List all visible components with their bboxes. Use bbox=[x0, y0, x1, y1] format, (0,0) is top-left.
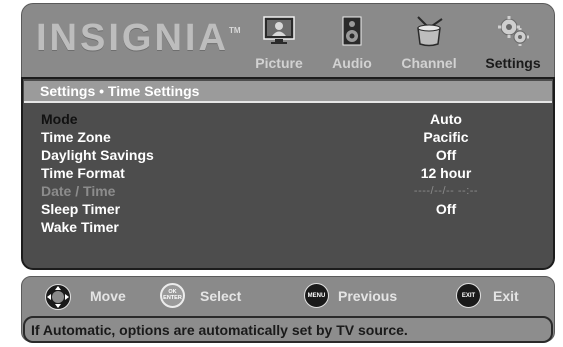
tab-settings[interactable]: Settings bbox=[477, 4, 549, 78]
menu-row-wake-timer[interactable]: Wake Timer bbox=[41, 219, 541, 237]
hint-label: Select bbox=[200, 288, 242, 304]
hint-label: Exit bbox=[493, 288, 519, 304]
menu-row-daylight-savings[interactable]: Daylight Savings Off bbox=[41, 147, 541, 165]
ok-enter-text: OK ENTER bbox=[163, 289, 182, 301]
button-hint-bar: Move OK ENTER Select MENU Previous EXIT … bbox=[21, 276, 555, 343]
hint-previous: MENU Previous bbox=[304, 283, 434, 309]
channel-icon bbox=[412, 14, 446, 53]
row-label: Wake Timer bbox=[41, 219, 119, 235]
help-text-box: If Automatic, options are automatically … bbox=[23, 316, 553, 343]
settings-panel: Settings • Time Settings Mode Auto Time … bbox=[21, 77, 555, 270]
ok-enter-button-icon: OK ENTER bbox=[160, 283, 185, 308]
menu-header: INSIGNIA TM Picture Audio Channel Settin… bbox=[21, 3, 555, 77]
hint-select: OK ENTER Select bbox=[160, 283, 280, 309]
row-value: 12 hour bbox=[420, 165, 472, 181]
row-value: ----/--/-- --:-- bbox=[413, 185, 479, 197]
menu-row-time-zone[interactable]: Time Zone Pacific bbox=[41, 129, 541, 147]
row-label: Sleep Timer bbox=[41, 201, 121, 217]
insignia-logo: INSIGNIA bbox=[36, 17, 229, 59]
dpad-icon bbox=[44, 283, 72, 316]
row-value: Auto bbox=[430, 111, 462, 127]
exit-button-text: EXIT bbox=[461, 292, 476, 299]
row-label: Mode bbox=[41, 111, 78, 127]
hint-exit: EXIT Exit bbox=[456, 283, 546, 309]
menu-row-time-format[interactable]: Time Format 12 hour bbox=[41, 165, 541, 183]
row-value: Off bbox=[435, 201, 457, 217]
menu-row-mode[interactable]: Mode Auto bbox=[41, 111, 541, 129]
tab-channel[interactable]: Channel bbox=[393, 4, 465, 78]
menu-button-text: MENU bbox=[307, 292, 326, 299]
tab-label: Picture bbox=[255, 55, 303, 71]
tab-label: Channel bbox=[401, 55, 457, 71]
tab-label: Settings bbox=[485, 55, 541, 71]
menu-button-icon: MENU bbox=[304, 283, 329, 308]
menu-row-date-time: Date / Time ----/--/-- --:-- bbox=[41, 183, 541, 201]
audio-icon bbox=[341, 14, 363, 53]
breadcrumb-text: Settings • Time Settings bbox=[40, 83, 200, 99]
settings-icon bbox=[496, 14, 530, 53]
tab-picture[interactable]: Picture bbox=[244, 4, 314, 78]
row-label: Date / Time bbox=[41, 183, 116, 199]
breadcrumb: Settings • Time Settings bbox=[24, 81, 552, 103]
hint-move: Move bbox=[44, 283, 154, 310]
menu-row-sleep-timer[interactable]: Sleep Timer Off bbox=[41, 201, 541, 219]
help-text: If Automatic, options are automatically … bbox=[31, 322, 408, 338]
picture-icon bbox=[263, 14, 295, 53]
row-label: Time Zone bbox=[41, 129, 111, 145]
row-value: Pacific bbox=[423, 129, 469, 145]
row-label: Time Format bbox=[41, 165, 125, 181]
tab-audio[interactable]: Audio bbox=[326, 4, 378, 78]
tv-menu: INSIGNIA TM Picture Audio Channel Settin… bbox=[21, 3, 555, 343]
row-value: Off bbox=[435, 147, 457, 163]
tab-label: Audio bbox=[332, 55, 372, 71]
hint-label: Move bbox=[90, 288, 126, 304]
exit-button-icon: EXIT bbox=[456, 283, 481, 308]
hint-label: Previous bbox=[338, 288, 398, 304]
row-label: Daylight Savings bbox=[41, 147, 154, 163]
trademark-mark: TM bbox=[229, 26, 241, 35]
